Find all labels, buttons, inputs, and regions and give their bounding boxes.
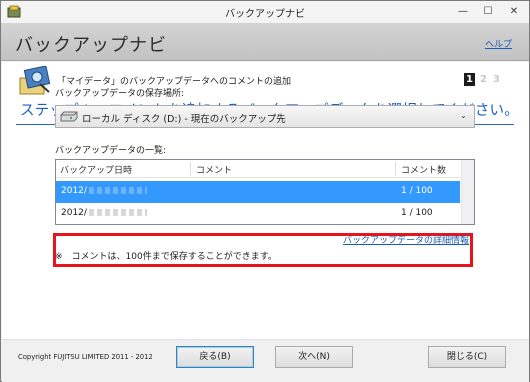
disk-drive-icon (60, 111, 78, 122)
column-divider[interactable] (395, 162, 396, 176)
close-window-button[interactable]: ✕ (500, 2, 528, 21)
row-date: 2012/ (61, 208, 147, 218)
help-link[interactable]: ヘルプ (485, 37, 512, 50)
row-comment-count: 1 / 100 (401, 186, 433, 196)
location-dropdown[interactable]: ローカル ディスク (D:) - 現在のバックアップ先 ⌄ (55, 105, 475, 128)
footer-bar: Copyright FUJITSU LIMITED 2011 - 2012 戻る… (2, 339, 529, 382)
table-row[interactable]: 2012/ 1 / 100 (56, 181, 460, 203)
step-indicator-2: 2 (480, 74, 487, 85)
list-header: バックアップ日時 コメント コメント数 (56, 160, 460, 178)
backup-list-label: バックアップデータの一覧: (55, 146, 167, 156)
column-header-date[interactable]: バックアップ日時 (60, 163, 132, 176)
step-indicator-1: 1 (464, 73, 475, 86)
maximize-button[interactable]: ☐ (475, 2, 501, 21)
back-button[interactable]: 戻る(B) (176, 346, 254, 368)
redacted-text (88, 209, 147, 216)
backup-navi-window: バックアップナビ — ☐ ✕ バックアップナビ ヘルプ 「マイデータ」のバックア… (0, 0, 530, 382)
column-header-count[interactable]: コメント数 (401, 163, 446, 176)
copyright-text: Copyright FUJITSU LIMITED 2011 - 2012 (18, 353, 153, 361)
next-button[interactable]: 次へ(N) (275, 346, 353, 368)
column-header-comment[interactable]: コメント (196, 163, 232, 176)
backup-data-icon (19, 66, 51, 95)
row-date: 2012/ (61, 186, 147, 196)
redacted-text (88, 187, 147, 194)
header-banner: バックアップナビ ヘルプ (1, 23, 529, 61)
comment-limit-note: ※ コメントは、100件まで保存することができます。 (55, 252, 277, 262)
minimize-button[interactable]: — (450, 2, 476, 21)
column-divider[interactable] (190, 162, 191, 176)
backup-list[interactable]: バックアップ日時 コメント コメント数 2012/ 1 / 100 2012/ … (55, 159, 475, 225)
close-button[interactable]: 閉じる(C) (428, 346, 506, 368)
backup-details-link[interactable]: バックアップデータの詳細情報 (343, 233, 469, 246)
row-comment-count: 1 / 100 (401, 208, 433, 218)
location-label: バックアップデータの保存場所: (55, 89, 185, 99)
list-scrollbar[interactable] (461, 160, 474, 224)
page-title: バックアップナビ (15, 35, 167, 56)
title-bar[interactable]: バックアップナビ — ☐ ✕ (1, 1, 529, 23)
location-value: ローカル ディスク (D:) - 現在のバックアップ先 (82, 114, 286, 125)
chevron-down-icon[interactable]: ⌄ (460, 111, 467, 120)
step-indicator-3: 3 (493, 74, 500, 85)
table-row[interactable]: 2012/ 1 / 100 (56, 203, 460, 225)
